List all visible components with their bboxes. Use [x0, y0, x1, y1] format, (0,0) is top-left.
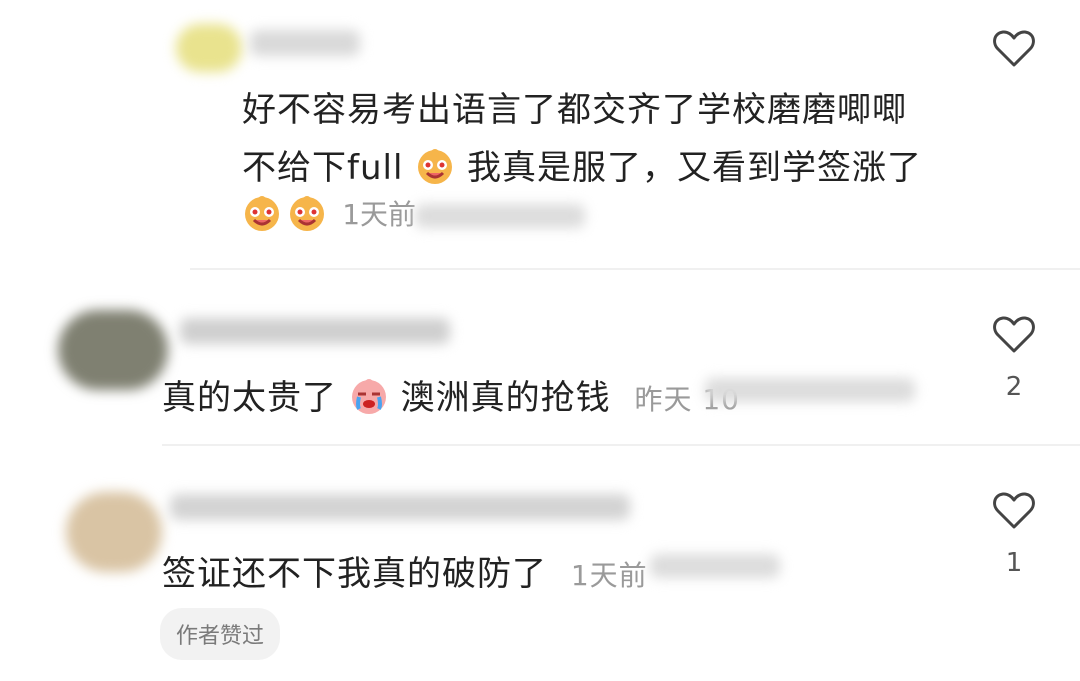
- crying-emoji-icon: [351, 379, 386, 414]
- smiling-emoji-icon: [290, 196, 325, 231]
- location-blurred: [705, 378, 915, 402]
- comment-text-suffix: 澳洲真的抢钱: [400, 378, 611, 418]
- avatar[interactable]: [176, 24, 242, 72]
- comment-text: 签证还不下我真的破防了 1天前: [162, 546, 648, 595]
- comment-text-line-2-suffix: 我真是服了，又看到学签涨了: [467, 148, 923, 188]
- comment-meta-row: 1天前: [242, 192, 416, 236]
- avatar[interactable]: [66, 492, 162, 572]
- username-blurred[interactable]: [170, 494, 630, 520]
- avatar[interactable]: [58, 310, 168, 390]
- like-count: 2: [1005, 372, 1023, 402]
- smiling-emoji-icon: [418, 149, 453, 184]
- username-blurred[interactable]: [180, 318, 450, 344]
- username-blurred[interactable]: [250, 30, 360, 56]
- heart-outline-icon[interactable]: [992, 490, 1036, 530]
- location-blurred: [650, 554, 780, 578]
- like-count: 1: [1005, 548, 1023, 578]
- comment-text-line-2: 不给下full 我真是服了，又看到学签涨了: [242, 140, 922, 189]
- location-blurred: [415, 204, 585, 228]
- heart-outline-icon[interactable]: [992, 314, 1036, 354]
- comment-text-prefix: 真的太贵了: [162, 378, 337, 418]
- smiling-emoji-icon: [245, 196, 279, 231]
- author-liked-badge: 作者赞过: [160, 608, 281, 660]
- comment-time: 1天前: [570, 559, 648, 592]
- comment-divider: [190, 268, 1080, 270]
- comment-text: 真的太贵了 澳洲真的抢钱 昨天 10: [162, 370, 740, 419]
- comment-divider: [162, 444, 1080, 446]
- comment-text-line-2-prefix: 不给下full: [242, 148, 404, 188]
- heart-outline-icon[interactable]: [992, 28, 1036, 68]
- comment-text-line-1: 好不容易考出语言了都交齐了学校磨磨唧唧: [242, 90, 907, 130]
- comment-time: 1天前: [342, 198, 417, 231]
- comment-text-content: 签证还不下我真的破防了: [162, 554, 547, 594]
